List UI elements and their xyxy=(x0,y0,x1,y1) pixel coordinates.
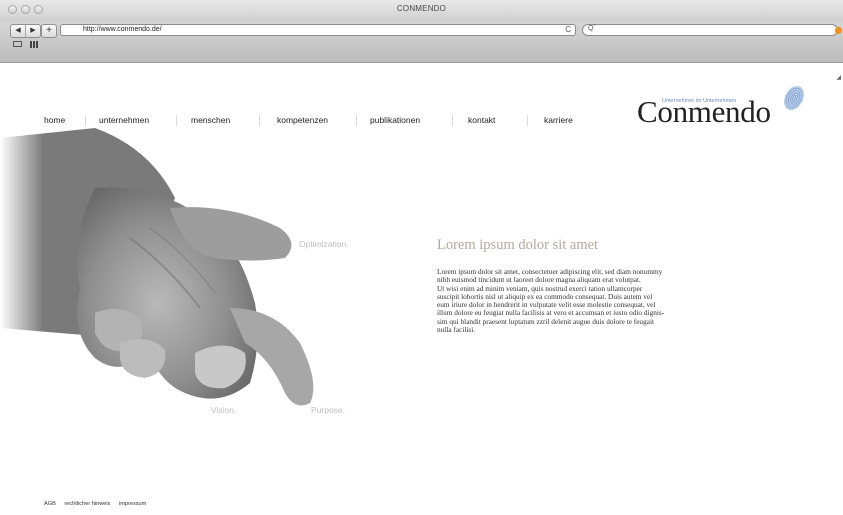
hero-word-optimization: Optimization. xyxy=(299,239,349,249)
footer-link-impressum[interactable]: impressum xyxy=(119,501,146,507)
nav-divider xyxy=(259,115,260,126)
nav-item-home[interactable]: home xyxy=(44,115,65,125)
nav-item-unternehmen[interactable]: unternehmen xyxy=(99,115,149,125)
nav-divider xyxy=(527,115,528,126)
nav-divider xyxy=(356,115,357,126)
nav-item-karriere[interactable]: karriere xyxy=(544,115,573,125)
history-nav: ◀ ▶ xyxy=(10,24,41,38)
window-titlebar: CONMENDO xyxy=(0,0,843,23)
hand-image xyxy=(0,128,314,406)
conmendo-logo[interactable]: Conmendo xyxy=(637,94,771,130)
footer-links: AGB rechtlicher hinweis impressum xyxy=(44,501,153,507)
content-headline: Lorem ipsum dolor sit amet xyxy=(437,237,599,253)
reload-icon[interactable]: C xyxy=(565,25,571,34)
nav-item-publikationen[interactable]: publikationen xyxy=(370,115,420,125)
nav-item-kompetenzen[interactable]: kompetenzen xyxy=(277,115,328,125)
back-button[interactable]: ◀ xyxy=(11,25,25,37)
forward-button[interactable]: ▶ xyxy=(25,25,40,37)
browser-toolbar: ◀ ▶ + http://www.conmendo.de/ C Qˇ ◢ xyxy=(0,22,843,81)
rss-icon[interactable] xyxy=(835,27,842,34)
footer-link-legal-notice[interactable]: rechtlicher hinweis xyxy=(64,501,110,507)
search-icon: Qˇ xyxy=(588,25,596,32)
body-line: nulla facilisi. xyxy=(437,325,476,335)
window-title: CONMENDO xyxy=(396,4,447,13)
nav-divider xyxy=(452,115,453,126)
nav-divider xyxy=(176,115,177,126)
address-url: http://www.conmendo.de/ xyxy=(83,26,162,33)
fingerprint-icon xyxy=(783,85,805,111)
hero-word-purpose: Purpose. xyxy=(311,405,346,415)
nav-divider xyxy=(85,115,86,126)
nav-item-menschen[interactable]: menschen xyxy=(191,115,230,125)
content-body: Lorem ipsum dolor sit amet, consectetuer… xyxy=(437,267,757,335)
reading-list-icon[interactable] xyxy=(13,41,22,47)
footer-link-agb[interactable]: AGB xyxy=(44,501,56,507)
add-bookmark-button[interactable]: + xyxy=(41,24,57,38)
hero-word-vision: Vision. xyxy=(211,405,237,415)
search-field[interactable]: Qˇ xyxy=(582,24,838,36)
resize-handle-icon[interactable]: ◢ xyxy=(836,74,841,81)
bookmarks-grid-icon[interactable] xyxy=(30,41,39,48)
nav-item-kontakt[interactable]: kontakt xyxy=(468,115,495,125)
address-bar[interactable]: http://www.conmendo.de/ C xyxy=(60,24,576,36)
